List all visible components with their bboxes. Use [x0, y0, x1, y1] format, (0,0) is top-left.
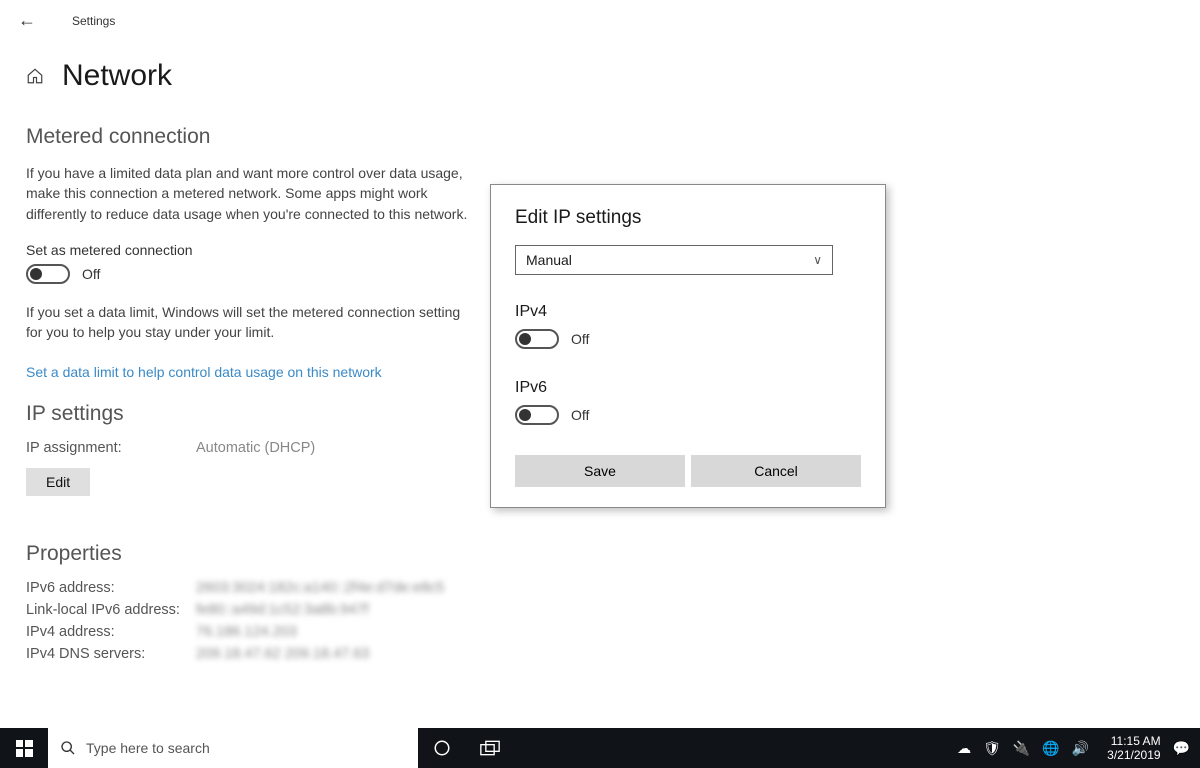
edit-ip-dialog: Edit IP settings Manual ∨ IPv4 Off IPv6 …: [490, 184, 886, 508]
save-button[interactable]: Save: [515, 455, 685, 487]
page-title: Network: [62, 59, 172, 93]
ipv4-toggle[interactable]: [515, 329, 559, 349]
windows-logo-icon: [16, 740, 33, 757]
clock-time: 11:15 AM: [1107, 734, 1160, 748]
ipv4-toggle-state: Off: [571, 331, 589, 347]
properties-heading: Properties: [26, 542, 594, 566]
clock-date: 3/21/2019: [1107, 748, 1160, 762]
task-view-button[interactable]: [466, 728, 514, 768]
property-row: IPv6 address: 2603:3024:182c:a140::2f4e:…: [26, 580, 594, 596]
property-row: IPv4 DNS servers: 209.18.47.62 209.18.47…: [26, 646, 594, 662]
cloud-sync-icon[interactable]: ☁: [957, 740, 971, 757]
power-icon[interactable]: 🔌: [1013, 740, 1030, 757]
ipv4-label: IPv4: [515, 303, 861, 321]
dialog-title: Edit IP settings: [515, 207, 861, 229]
ip-mode-dropdown[interactable]: Manual ∨: [515, 245, 833, 275]
cortana-button[interactable]: [418, 728, 466, 768]
clock[interactable]: 11:15 AM 3/21/2019: [1101, 734, 1160, 763]
notifications-icon[interactable]: 💬: [1173, 740, 1190, 757]
cancel-button[interactable]: Cancel: [691, 455, 861, 487]
back-button[interactable]: ←: [18, 10, 36, 31]
metered-description: If you have a limited data plan and want…: [26, 163, 476, 224]
property-row: Link-local IPv6 address: fe80::a49d:1c52…: [26, 602, 594, 618]
network-icon[interactable]: 🌐: [1042, 740, 1059, 757]
metered-toggle-state: Off: [82, 266, 100, 282]
start-button[interactable]: [0, 728, 48, 768]
ipv6-label: IPv6: [515, 379, 861, 397]
metered-toggle[interactable]: [26, 264, 70, 284]
ipv6-toggle[interactable]: [515, 405, 559, 425]
chevron-down-icon: ∨: [813, 253, 822, 267]
data-limit-link[interactable]: Set a data limit to help control data us…: [26, 364, 382, 380]
ip-assignment-label: IP assignment:: [26, 440, 196, 456]
metered-heading: Metered connection: [26, 125, 594, 149]
edit-ip-button[interactable]: Edit: [26, 468, 90, 496]
search-placeholder: Type here to search: [86, 740, 210, 756]
property-row: IPv4 address: 76.186.124.203: [26, 624, 594, 640]
dropdown-value: Manual: [526, 252, 572, 268]
taskbar: Type here to search ☁ 🛡 🔌 🌐 🔊 11:15 AM 3…: [0, 728, 1200, 768]
security-icon[interactable]: 🛡: [983, 740, 1001, 757]
taskbar-search[interactable]: Type here to search: [48, 728, 418, 768]
ipv6-toggle-state: Off: [571, 407, 589, 423]
ip-assignment-value: Automatic (DHCP): [196, 440, 315, 456]
app-title: Settings: [72, 14, 115, 28]
search-icon: [60, 740, 76, 756]
metered-limit-description: If you set a data limit, Windows will se…: [26, 302, 476, 343]
home-icon[interactable]: [26, 67, 44, 85]
volume-icon[interactable]: 🔊: [1072, 740, 1089, 757]
